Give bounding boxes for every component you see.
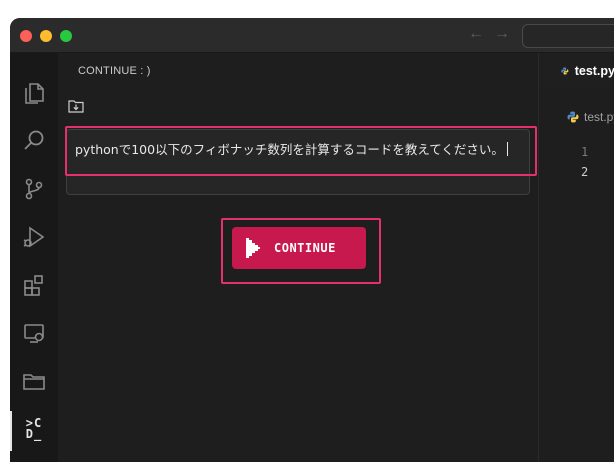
close-window-button[interactable]: [20, 30, 32, 42]
python-file-icon: [567, 111, 579, 123]
panel-header: CONTINUE : ): [58, 53, 538, 88]
continue-button-label: CONTINUE: [274, 241, 336, 255]
forward-arrow-icon[interactable]: →: [494, 25, 510, 43]
run-debug-icon: [23, 226, 45, 248]
continue-button[interactable]: CONTINUE: [232, 227, 366, 269]
chat-input[interactable]: pythonで100以下のフィボナッチ数列を計算するコードを教えてください。: [65, 126, 537, 195]
activity-continue[interactable]: >C D_: [10, 407, 58, 451]
input-highlight-box: [65, 126, 537, 176]
editor-tab-label: test.py: [574, 63, 614, 78]
folder-download-icon[interactable]: [68, 99, 84, 113]
activity-explorer[interactable]: [10, 71, 58, 115]
editor-area: test.py test.py 1 2: [538, 53, 614, 462]
line-number: 2: [581, 165, 589, 179]
play-icon: [246, 238, 260, 258]
extensions-icon: [24, 275, 43, 296]
activity-remote-explorer[interactable]: [10, 311, 58, 355]
search-icon: [24, 130, 44, 150]
minimize-window-button[interactable]: [40, 30, 52, 42]
activity-folder[interactable]: [10, 359, 58, 403]
panel-title: CONTINUE : ): [78, 65, 151, 77]
source-control-icon: [25, 178, 43, 200]
breadcrumb[interactable]: test.py: [567, 110, 614, 124]
maximize-window-button[interactable]: [60, 30, 72, 42]
continue-panel: CONTINUE : ) pythonで100以下のフィボナッチ数列を計算するコ…: [58, 53, 538, 462]
editor-tab[interactable]: test.py: [539, 53, 614, 88]
back-arrow-icon[interactable]: ←: [468, 25, 484, 43]
command-center-search[interactable]: [522, 24, 614, 48]
activity-source-control[interactable]: [10, 167, 58, 211]
activity-bar: >C D_: [10, 53, 58, 462]
remote-explorer-icon: [24, 324, 44, 343]
continue-icon: >C D_: [25, 416, 43, 441]
vscode-window: ← → >C D_ CONTINUE:) pythonで100以下のフィボナ…: [10, 18, 614, 462]
explorer-icon: [25, 83, 44, 104]
breadcrumb-label: test.py: [584, 110, 614, 124]
line-number: 1: [581, 145, 589, 159]
folder-icon: [23, 374, 45, 390]
activity-extensions[interactable]: [10, 263, 58, 307]
activity-search[interactable]: [10, 119, 58, 163]
title-bar: ← →: [10, 18, 614, 53]
activity-run-debug[interactable]: [10, 215, 58, 259]
python-file-icon: [561, 66, 569, 75]
